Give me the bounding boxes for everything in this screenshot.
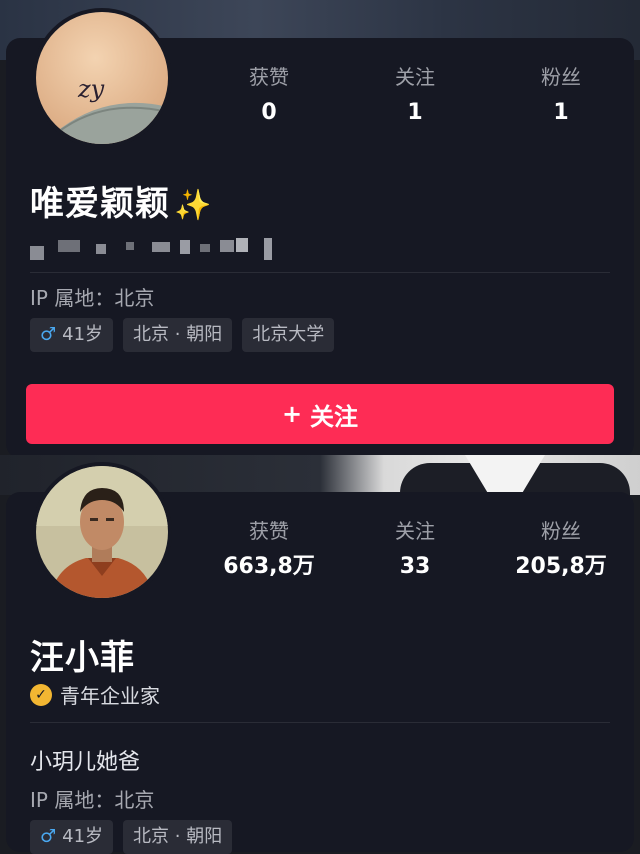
divider (30, 272, 610, 273)
ip-location: IP 属地：北京 (30, 788, 155, 812)
profile-name: 唯爱颖颖 ✨ (30, 176, 212, 225)
stat-value: 1 (553, 100, 569, 125)
avatar-image-tattoo: zy (36, 12, 168, 144)
stat-following[interactable]: 关注 33 (342, 516, 488, 588)
profile-bio: 小玥儿她爸 (30, 750, 141, 775)
verified-title: 青年企业家 (60, 684, 160, 708)
stat-likes[interactable]: 获赞 663,8万 (196, 516, 342, 588)
tag-age: ♂ 41岁 (30, 820, 114, 854)
tag-age-text: 41岁 (62, 324, 104, 345)
stat-followers[interactable]: 粉丝 205,8万 (488, 516, 634, 588)
stat-following[interactable]: 关注 1 (342, 62, 488, 134)
verified-badge-icon: ✓ (30, 683, 52, 706)
stat-label: 获赞 (249, 519, 289, 543)
follow-button[interactable]: + 关注 (26, 384, 614, 444)
tag-age: ♂ 41岁 (30, 318, 114, 352)
verified-row: ✓ 青年企业家 (30, 680, 160, 709)
stat-label: 粉丝 (541, 65, 581, 89)
tag-location: 北京 · 朝阳 (123, 820, 233, 854)
stat-followers[interactable]: 粉丝 1 (488, 62, 634, 134)
stat-value: 33 (399, 554, 431, 579)
male-icon: ♂ (40, 324, 57, 345)
profile-tags: ♂ 41岁 北京 · 朝阳 北京大学 (30, 318, 335, 352)
svg-text:zy: zy (77, 75, 105, 103)
stat-label: 关注 (395, 519, 435, 543)
profile-stats: 获赞 0 关注 1 粉丝 1 (196, 62, 634, 134)
profile-tags: ♂ 41岁 北京 · 朝阳 (30, 820, 233, 854)
tag-school: 北京大学 (242, 318, 335, 352)
stat-value: 0 (261, 100, 277, 125)
stat-value: 663,8万 (223, 554, 315, 579)
pixelated-id (30, 234, 280, 264)
divider (30, 722, 610, 723)
stat-likes[interactable]: 获赞 0 (196, 62, 342, 134)
tag-age-text: 41岁 (62, 826, 104, 847)
avatar[interactable]: zy (32, 8, 172, 148)
stat-value: 1 (407, 100, 423, 125)
stat-label: 关注 (395, 65, 435, 89)
stat-label: 获赞 (249, 65, 289, 89)
avatar-image-portrait (36, 466, 168, 598)
male-icon: ♂ (40, 826, 57, 847)
profile-name: 汪小菲 (30, 638, 135, 678)
stat-label: 粉丝 (541, 519, 581, 543)
profile-name-text: 唯爱颖颖 (30, 184, 170, 224)
stat-value: 205,8万 (515, 554, 607, 579)
sparkles-icon: ✨ (174, 188, 213, 223)
ip-location: IP 属地：北京 (30, 286, 155, 310)
tag-location: 北京 · 朝阳 (123, 318, 233, 352)
follow-button-label: 关注 (310, 402, 359, 431)
plus-icon: + (281, 400, 303, 428)
profile-stats: 获赞 663,8万 关注 33 粉丝 205,8万 (196, 516, 634, 588)
avatar[interactable] (32, 462, 172, 602)
